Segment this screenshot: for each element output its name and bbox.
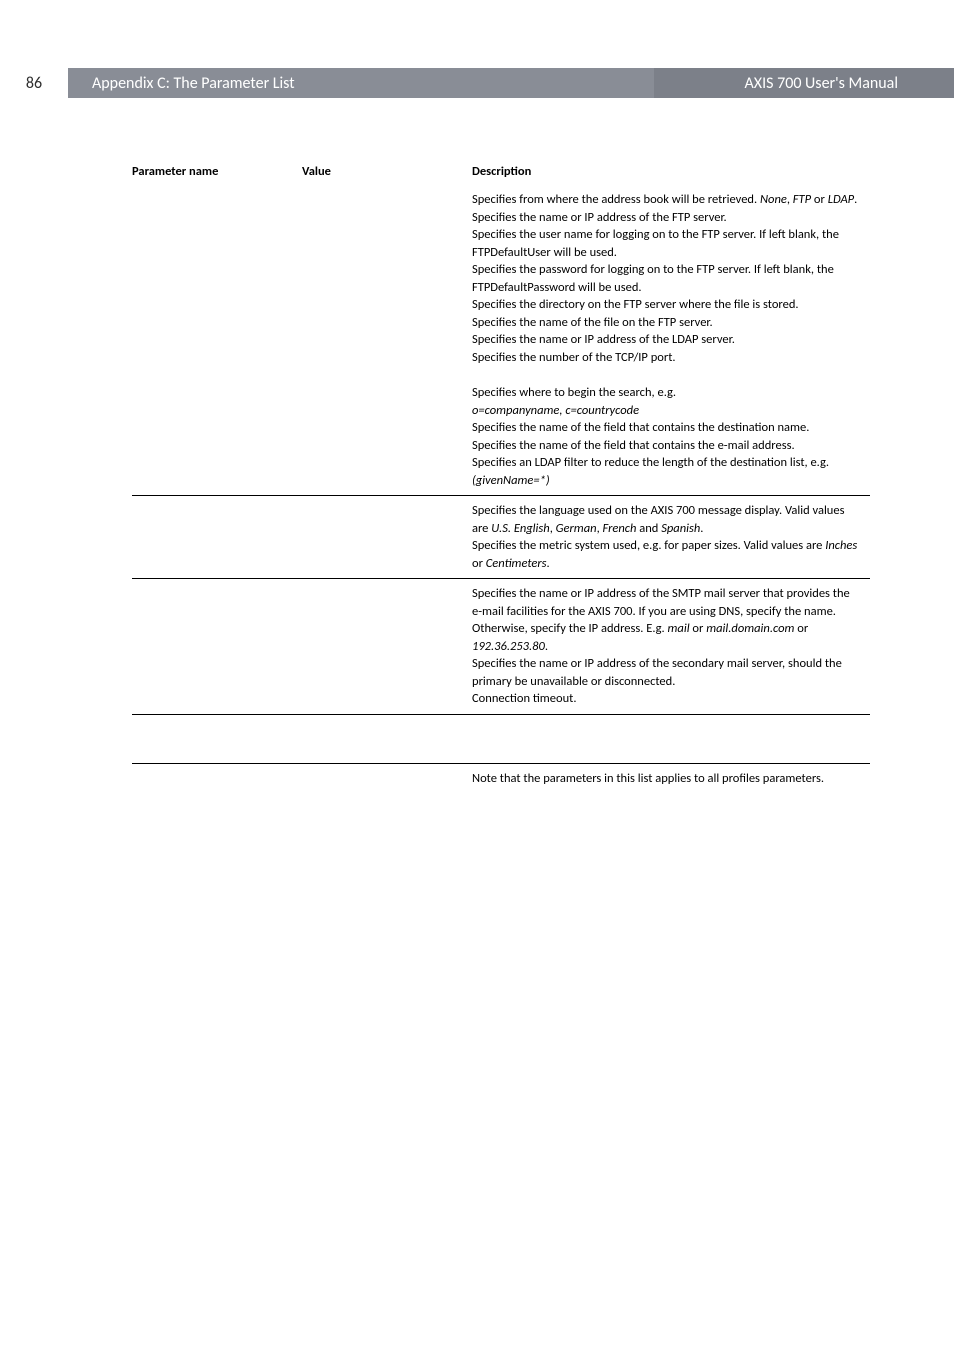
- header-right-title: AXIS 700 User's Manual: [654, 68, 954, 98]
- description-line: Specifies the directory on the FTP serve…: [472, 296, 862, 314]
- description-block: Specifies the language used on the AXIS …: [472, 502, 862, 572]
- param-cell: [132, 714, 302, 763]
- value-cell: [302, 763, 472, 793]
- italic-text: Spanish: [661, 521, 700, 536]
- italic-text: o=companyname, c=countrycode: [472, 403, 639, 418]
- param-cell: [132, 579, 302, 715]
- description-line: Specifies the metric system used, e.g. f…: [472, 537, 862, 572]
- description-cell: Specifies the language used on the AXIS …: [472, 496, 870, 579]
- italic-text: 192.36.253.80: [472, 639, 545, 654]
- italic-text: LDAP: [828, 192, 854, 207]
- description-cell: Note that the parameters in this list ap…: [472, 763, 870, 793]
- description-line: Specifies the name of the field that con…: [472, 419, 862, 437]
- italic-text: French: [603, 521, 637, 536]
- table-row: Specifies from where the address book wi…: [132, 185, 870, 496]
- spacer: [472, 721, 862, 739]
- description-line: Specifies the number of the TCP/IP port.: [472, 349, 862, 367]
- header-parameter-name: Parameter name: [132, 158, 302, 185]
- table-row: [132, 714, 870, 763]
- italic-text: Centimeters: [486, 556, 547, 571]
- italic-text: mail.domain.com: [706, 621, 794, 636]
- header-value: Value: [302, 158, 472, 185]
- italic-text: U.S. English: [491, 521, 549, 536]
- description-line: Specifies the name or IP address of the …: [472, 331, 862, 349]
- table-row: Specifies the name or IP address of the …: [132, 579, 870, 715]
- header-description: Description: [472, 158, 870, 185]
- description-line: Specifies the name of the field that con…: [472, 437, 862, 455]
- header-bar: 86 Appendix C: The Parameter List AXIS 7…: [0, 68, 954, 98]
- content-area: Parameter name Value Description Specifi…: [0, 98, 954, 833]
- italic-text: mail: [668, 621, 690, 636]
- description-line: Specifies the password for logging on to…: [472, 261, 862, 296]
- italic-text: (givenName=*): [472, 473, 550, 488]
- description-line: Specifies the name or IP address of the …: [472, 585, 862, 655]
- italic-text: FTP: [793, 192, 811, 207]
- description-block: Specifies the name or IP address of the …: [472, 585, 862, 708]
- description-line: Specifies the user name for logging on t…: [472, 226, 862, 261]
- description-block: Specifies from where the address book wi…: [472, 191, 862, 489]
- description-block: Note that the parameters in this list ap…: [472, 770, 862, 788]
- description-line: Connection timeout.: [472, 690, 862, 708]
- description-line: o=companyname, c=countrycode: [472, 402, 862, 420]
- header-left-title: Appendix C: The Parameter List: [68, 68, 654, 98]
- value-cell: [302, 579, 472, 715]
- description-line: Specifies an LDAP filter to reduce the l…: [472, 454, 862, 489]
- parameter-table: Parameter name Value Description Specifi…: [132, 158, 870, 793]
- description-cell: [472, 714, 870, 763]
- param-cell: [132, 763, 302, 793]
- spacer: [472, 366, 862, 384]
- table-row: Note that the parameters in this list ap…: [132, 763, 870, 793]
- description-cell: Specifies the name or IP address of the …: [472, 579, 870, 715]
- description-line: Specifies from where the address book wi…: [472, 191, 862, 209]
- description-line: Specifies the name or IP address of the …: [472, 209, 862, 227]
- description-line: Specifies the language used on the AXIS …: [472, 502, 862, 537]
- italic-text: German: [556, 521, 597, 536]
- description-line: Specifies where to begin the search, e.g…: [472, 384, 862, 402]
- param-cell: [132, 185, 302, 496]
- italic-text: None: [760, 192, 787, 207]
- italic-text: Inches: [825, 538, 857, 553]
- spacer: [472, 739, 862, 757]
- description-line: Note that the parameters in this list ap…: [472, 770, 862, 788]
- value-cell: [302, 496, 472, 579]
- value-cell: [302, 185, 472, 496]
- value-cell: [302, 714, 472, 763]
- description-cell: Specifies from where the address book wi…: [472, 185, 870, 496]
- page-number: 86: [0, 68, 68, 98]
- description-line: Specifies the name of the file on the FT…: [472, 314, 862, 332]
- param-cell: [132, 496, 302, 579]
- description-line: Specifies the name or IP address of the …: [472, 655, 862, 690]
- description-block: [472, 721, 862, 757]
- table-row: Specifies the language used on the AXIS …: [132, 496, 870, 579]
